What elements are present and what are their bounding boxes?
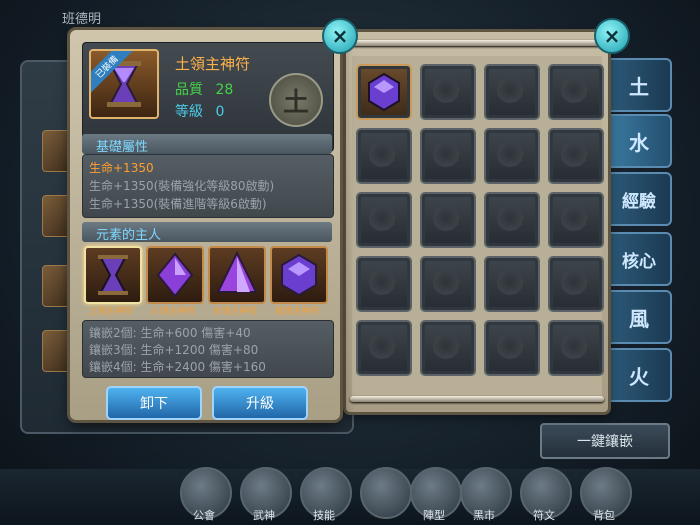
basic-attributes-header: 基礎屬性 (82, 134, 332, 155)
rune-slot-empty[interactable] (548, 128, 604, 184)
crystal-pyramid-icon (216, 250, 258, 293)
item-name: 土領主神符 (175, 55, 251, 73)
rune-slot-empty[interactable] (420, 128, 476, 184)
rune-slot-empty[interactable] (420, 256, 476, 312)
rune-slot-empty[interactable] (356, 320, 412, 376)
basic-attributes-title: 基礎屬性 (96, 140, 149, 155)
set-bonus-4: 鑲嵌4個: 生命+2400 傷害+160 (89, 360, 266, 374)
tab-fire[interactable]: 火 (608, 348, 672, 402)
tab-water[interactable]: 水 (608, 114, 672, 168)
tab-experience[interactable]: 經驗 (608, 172, 672, 226)
bottom-nav: 公會 武神 技能 陣型 黑市 符文 背包 (0, 467, 700, 525)
element-lord-title: 元素的主人 (96, 228, 162, 243)
upgrade-button[interactable]: 升級 (212, 386, 308, 420)
rune-grid (352, 56, 604, 402)
level-row: 等級 0 (175, 101, 224, 121)
player-name: 班德明 (62, 12, 102, 27)
tab-earth[interactable]: 土 (608, 58, 672, 112)
gem-wind-lord[interactable] (270, 246, 328, 304)
nav-label-warrior: 武神 (253, 509, 275, 522)
attr-line-advance: 生命+1350(裝備進階等級6啟動) (89, 197, 267, 211)
nav-label-black-market: 黑市 (473, 509, 495, 522)
tab-core[interactable]: 核心 (608, 232, 672, 286)
nav-label-skill: 技能 (313, 509, 335, 522)
nav-label-guild: 公會 (193, 509, 215, 522)
rune-slot-empty[interactable] (356, 192, 412, 248)
gem-fire-lord[interactable] (146, 246, 204, 304)
rune-slot-empty[interactable] (548, 64, 604, 120)
rune-slot-empty[interactable] (548, 192, 604, 248)
hourglass-icon (98, 255, 128, 295)
crystal-hexagon-icon (368, 72, 400, 112)
level-value: 0 (215, 104, 225, 120)
attr-line-enhance: 生命+1350(裝備強化等級80啟動) (89, 179, 275, 193)
rune-slot-empty[interactable] (420, 64, 476, 120)
rune-slot-empty[interactable] (484, 256, 540, 312)
gem-water-lord[interactable] (208, 246, 266, 304)
rune-slot-empty[interactable] (420, 192, 476, 248)
set-gem-row: 土領主神符 火領主神符 水領主神符 風領主神符 (84, 246, 334, 320)
gem-earth-lord[interactable] (84, 246, 142, 304)
rune-slot-empty[interactable] (484, 192, 540, 248)
gem-name-wind: 風領主神符 (274, 307, 320, 317)
element-lord-header: 元素的主人 (82, 222, 332, 243)
nav-label-formation: 陣型 (423, 509, 445, 522)
item-icon: 已裝備 (89, 49, 159, 119)
scroll-rod-top (350, 40, 604, 46)
basic-attributes-box: 生命+1350 生命+1350(裝備強化等級80啟動) 生命+1350(裝備進階… (82, 154, 334, 218)
crystal-hexagon-icon (281, 253, 317, 297)
set-bonus-box: 鑲嵌2個: 生命+600 傷害+40 鑲嵌3個: 生命+1200 傷害+80 鑲… (82, 320, 334, 378)
gem-name-earth: 土領主神符 (88, 307, 134, 317)
attr-line-main: 生命+1350 (89, 161, 154, 175)
rune-slot-empty[interactable] (356, 128, 412, 184)
close-icon[interactable]: × (594, 18, 630, 54)
rune-detail-panel: 已裝備 土領主神符 品質 28 等級 0 土 基礎屬性 生命+1350 生命+1… (70, 30, 340, 420)
rune-slot-empty[interactable] (484, 64, 540, 120)
tab-wind[interactable]: 風 (608, 290, 672, 344)
level-label: 等級 (175, 104, 203, 120)
nav-label-rune: 符文 (533, 509, 555, 522)
one-key-inlay-button[interactable]: 一鍵鑲嵌 (540, 423, 670, 459)
rune-slot-empty[interactable] (548, 320, 604, 376)
gem-name-water: 水領主神符 (212, 307, 258, 317)
quality-value: 28 (215, 82, 234, 98)
element-badge: 土 (269, 73, 323, 127)
gem-name-fire: 火領主神符 (150, 307, 196, 317)
rune-slot-filled[interactable] (356, 64, 412, 120)
rune-slot-empty[interactable] (484, 320, 540, 376)
set-bonus-3: 鑲嵌3個: 生命+1200 傷害+80 (89, 343, 259, 357)
nav-label-backpack: 背包 (593, 509, 615, 522)
unequip-button[interactable]: 卸下 (106, 386, 202, 420)
set-bonus-2: 鑲嵌2個: 生命+600 傷害+40 (89, 326, 251, 340)
rune-slot-empty[interactable] (548, 256, 604, 312)
rune-inventory-panel (346, 32, 608, 412)
close-icon[interactable]: × (322, 18, 358, 54)
scroll-rod-bottom (350, 396, 604, 402)
rune-slot-empty[interactable] (420, 320, 476, 376)
rune-slot-empty[interactable] (484, 128, 540, 184)
yin-yang-icon[interactable] (360, 467, 412, 519)
crystal-diamond-icon (156, 252, 194, 298)
quality-row: 品質 28 (175, 79, 233, 99)
rune-slot-empty[interactable] (356, 256, 412, 312)
quality-label: 品質 (175, 82, 203, 98)
